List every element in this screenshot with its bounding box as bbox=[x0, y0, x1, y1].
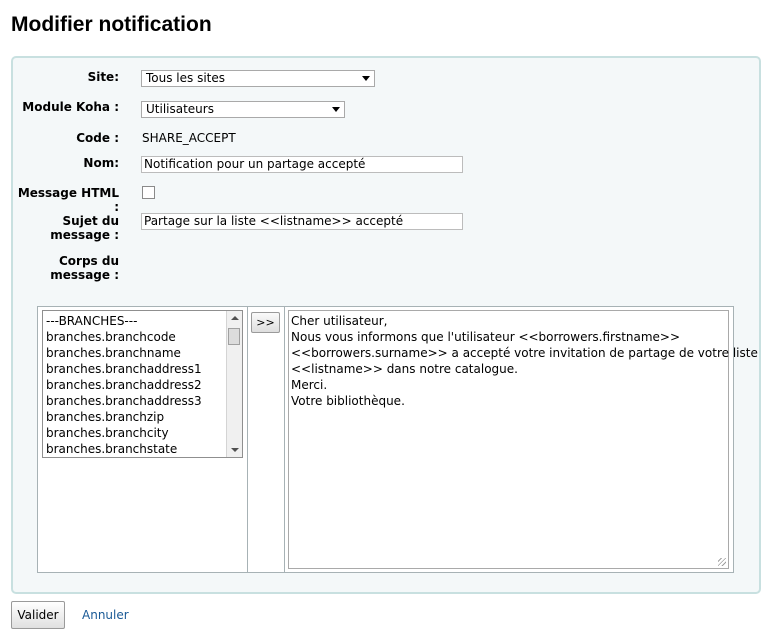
code-label: Code : bbox=[76, 131, 119, 145]
editor-divider bbox=[284, 307, 285, 572]
body-line: <<listname>> dans notre catalogue. bbox=[291, 362, 518, 376]
site-select[interactable]: Tous les sites bbox=[141, 70, 375, 87]
chevron-down-icon bbox=[332, 107, 340, 112]
html-checkbox[interactable] bbox=[142, 186, 155, 199]
scroll-down-icon[interactable] bbox=[231, 448, 239, 452]
corps-label-line1: Corps du bbox=[58, 254, 119, 268]
list-item[interactable]: branches.branchaddress3 bbox=[46, 393, 202, 409]
message-body-textarea[interactable]: Cher utilisateur, Nous vous informons qu… bbox=[288, 310, 758, 569]
corps-label: Corps du message : bbox=[50, 254, 119, 282]
editor-divider bbox=[247, 307, 248, 572]
submit-button[interactable]: Valider bbox=[11, 601, 65, 629]
list-item[interactable]: branches.branchzip bbox=[46, 409, 202, 425]
module-label: Module Koha : bbox=[22, 100, 119, 114]
list-item[interactable]: branches.branchstate bbox=[46, 441, 202, 457]
chevron-down-icon bbox=[362, 76, 370, 81]
insert-field-button[interactable]: >> bbox=[251, 312, 280, 333]
scroll-thumb[interactable] bbox=[228, 328, 240, 345]
site-label: Site: bbox=[87, 70, 119, 84]
list-item[interactable]: branches.branchcode bbox=[46, 329, 202, 345]
site-select-value: Tous les sites bbox=[146, 71, 226, 85]
sujet-label-line2: message : bbox=[50, 228, 119, 242]
body-line: Merci. bbox=[291, 378, 328, 392]
list-item[interactable]: ---BRANCHES--- bbox=[46, 313, 202, 329]
fields-listbox[interactable]: ---BRANCHES--- branches.branchcode branc… bbox=[42, 310, 243, 458]
body-line: Votre bibliothèque. bbox=[291, 394, 405, 408]
code-value: SHARE_ACCEPT bbox=[142, 131, 236, 145]
resize-grip-icon[interactable] bbox=[718, 558, 726, 566]
module-select[interactable]: Utilisateurs bbox=[141, 101, 345, 118]
body-line: <<borrowers.surname>> a accepté votre in… bbox=[291, 346, 758, 360]
nom-input[interactable]: Notification pour un partage accepté bbox=[141, 156, 463, 173]
list-item[interactable]: branches.branchcity bbox=[46, 425, 202, 441]
message-editor: ---BRANCHES--- branches.branchcode branc… bbox=[37, 306, 758, 573]
html-label: Message HTML : bbox=[17, 186, 119, 214]
sujet-label-line1: Sujet du bbox=[62, 214, 119, 228]
nom-label: Nom: bbox=[83, 156, 119, 170]
notification-form: Site: Tous les sites Module Koha : Utili… bbox=[11, 56, 761, 594]
list-item[interactable]: branches.branchname bbox=[46, 345, 202, 361]
scroll-up-icon[interactable] bbox=[231, 316, 239, 320]
corps-label-line2: message : bbox=[50, 268, 119, 282]
module-select-value: Utilisateurs bbox=[146, 102, 214, 116]
cancel-link[interactable]: Annuler bbox=[82, 608, 129, 622]
body-line: Nous vous informons que l'utilisateur <<… bbox=[291, 330, 681, 344]
sujet-input[interactable]: Partage sur la liste <<listname>> accept… bbox=[141, 213, 463, 230]
body-line: Cher utilisateur, bbox=[291, 314, 388, 328]
page-title: Modifier notification bbox=[11, 13, 212, 36]
list-item[interactable]: branches.branchaddress1 bbox=[46, 361, 202, 377]
listbox-scrollbar[interactable] bbox=[226, 311, 242, 457]
sujet-label: Sujet du message : bbox=[50, 214, 119, 242]
list-item[interactable]: branches.branchaddress2 bbox=[46, 377, 202, 393]
